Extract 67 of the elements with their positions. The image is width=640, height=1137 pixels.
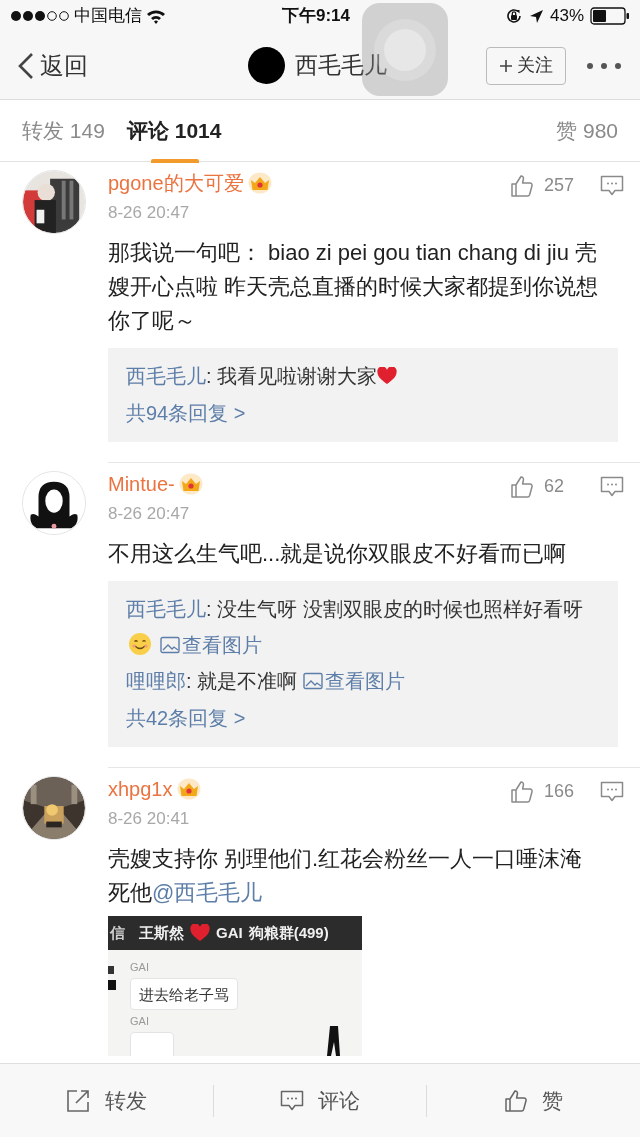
chat-sender-name: GAI: [130, 960, 150, 974]
like-count: 166: [544, 780, 576, 803]
chat-bubble: [130, 1032, 174, 1056]
likes-tab[interactable]: 赞 980: [556, 100, 618, 161]
rotation-lock-icon: [504, 7, 523, 25]
reply-text: 西毛毛儿: 我看见啦谢谢大家: [126, 358, 600, 394]
reply-author-link[interactable]: 西毛毛儿: [126, 365, 206, 387]
tab[interactable]: 转发 149: [22, 100, 105, 161]
tab[interactable]: 评论 1014: [126, 100, 222, 161]
wifi-icon: [146, 8, 166, 24]
username-link[interactable]: pgone的大可爱: [108, 168, 244, 198]
chat-header-text: GAI: [216, 922, 243, 943]
comment-time: 8-26 20:47: [108, 503, 191, 525]
thumbs-up-icon: [504, 1088, 529, 1113]
reply-author-link[interactable]: 哩哩郎: [126, 670, 186, 692]
username-link[interactable]: Mintue-: [108, 469, 175, 499]
figure-icon: [326, 1026, 342, 1056]
share-icon: [65, 1087, 92, 1114]
comment-text: 那我说一句吧： biao zi pei gou tian chang di jiu 壳嫂开心点啦 昨天壳总直播的时候大家都提到你说想你了呢～: [108, 239, 600, 335]
profile-avatar: [248, 47, 285, 84]
image-icon: [160, 636, 180, 654]
comment-time: 8-26 20:41: [108, 808, 191, 830]
carrier-name: 中国电信: [74, 5, 142, 28]
toolbar-button[interactable]: 评论: [213, 1084, 427, 1117]
location-arrow-icon: [528, 8, 544, 24]
reply-author-link[interactable]: 西毛毛儿: [126, 598, 206, 620]
comment-icon[interactable]: [600, 780, 624, 803]
follow-button[interactable]: 关注: [486, 46, 566, 85]
battery-percent: 43%: [549, 5, 584, 28]
comment-icon[interactable]: [600, 174, 624, 197]
back-button[interactable]: 返回: [18, 47, 88, 84]
comment-time: 8-26 20:47: [108, 202, 191, 224]
chat-header-text: 王斯然: [139, 922, 184, 943]
thumbs-up-icon[interactable]: [510, 779, 534, 804]
more-replies-link[interactable]: 共94条回复 >: [126, 394, 600, 432]
clock-time: 下午9:14: [282, 5, 351, 28]
chat-screenshot[interactable]: 信 王斯然 GAI 狗粮群(499) GAI 进去给老子骂 GAI: [108, 916, 362, 1056]
reply-text: 哩哩郎: 就是不准啊 查看图片: [126, 669, 407, 694]
battery-icon: [590, 7, 630, 25]
comment-text: 不用这么生气吧...就是说你双眼皮不好看而已啊: [108, 540, 568, 568]
chat-header-text: 狗粮群(499): [248, 922, 329, 943]
more-replies-link[interactable]: 共42条回复 >: [126, 699, 600, 737]
mention-link[interactable]: @西毛毛儿: [152, 880, 263, 905]
like-count: 62: [544, 475, 566, 498]
thumbs-up-icon[interactable]: [510, 173, 534, 198]
heart-icon: [190, 924, 210, 942]
chat-bubble: 进去给老子骂: [130, 978, 238, 1010]
username-link[interactable]: xhpg1x: [108, 774, 173, 804]
view-image-link[interactable]: 查看图片: [160, 634, 262, 656]
comment-icon[interactable]: [600, 475, 624, 498]
toolbar-button[interactable]: 赞: [427, 1084, 640, 1117]
image-icon: [303, 672, 324, 690]
thumbs-up-icon[interactable]: [510, 474, 534, 499]
chat-sender-name: GAI: [130, 1014, 150, 1028]
view-image-link[interactable]: 查看图片: [303, 670, 406, 692]
reply-text: 西毛毛儿: 没生气呀 没割双眼皮的时候也照样好看呀 查看图片: [126, 597, 584, 658]
comment-text: 壳嫂支持你 别理他们.红花会粉丝一人一口唾沫淹死他@西毛毛儿: [108, 845, 584, 907]
back-chevron-icon: [18, 51, 34, 80]
chat-header-text: 信: [110, 922, 125, 943]
like-count: 257: [544, 174, 576, 197]
more-icon[interactable]: [586, 61, 622, 70]
toolbar-button[interactable]: 转发: [0, 1084, 213, 1117]
comment-icon: [280, 1089, 304, 1112]
plus-icon: [499, 58, 513, 73]
page-title: 西毛毛儿: [295, 51, 387, 81]
chat-avatar-icon: [108, 964, 116, 992]
signal-icon: [10, 10, 70, 22]
